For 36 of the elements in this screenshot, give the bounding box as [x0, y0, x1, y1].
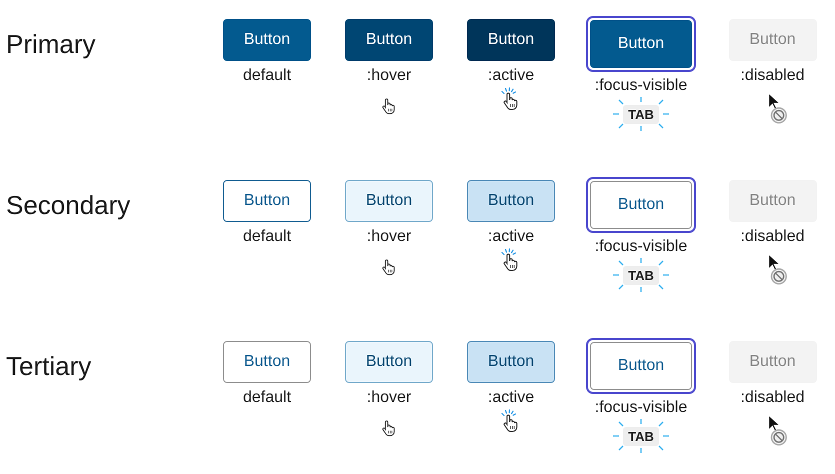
state-label: :disabled	[740, 389, 805, 407]
highlight-rays-icon	[613, 97, 669, 131]
sample-button[interactable]: Button	[467, 19, 555, 61]
highlight-rays-icon	[613, 419, 669, 453]
variant-title: Primary	[6, 29, 96, 59]
state-label: :active	[488, 228, 534, 246]
state-label: :focus-visible	[594, 399, 688, 417]
state-label: :disabled	[740, 228, 805, 246]
sample-button[interactable]: Button	[223, 180, 311, 222]
highlight-rays-icon	[613, 258, 669, 292]
sample-button[interactable]: Button	[345, 180, 433, 222]
sample-button[interactable]: Button	[345, 19, 433, 61]
tab-key: TAB	[623, 266, 659, 284]
variant-title: Tertiary	[6, 351, 92, 381]
variant-title: Secondary	[6, 190, 130, 220]
state-label: :focus-visible	[594, 238, 688, 256]
sample-button[interactable]: Button	[590, 181, 692, 229]
state-label: default	[242, 228, 292, 246]
tab-key: TAB	[623, 426, 659, 446]
sample-button[interactable]: Button	[345, 341, 433, 383]
state-label: :disabled	[740, 67, 805, 85]
state-label: :active	[488, 67, 534, 85]
state-label: :active	[488, 389, 534, 407]
state-label: :hover	[366, 389, 412, 407]
sample-button[interactable]: Button	[223, 341, 311, 383]
sample-button[interactable]: Button	[467, 341, 555, 383]
tab-key: TAB	[623, 104, 659, 124]
state-label: default	[242, 67, 292, 85]
sample-button[interactable]: Button	[590, 20, 692, 68]
sample-button[interactable]: Button	[467, 180, 555, 222]
state-label: :hover	[366, 67, 412, 85]
state-label: :focus-visible	[594, 77, 688, 95]
sample-button[interactable]: Button	[223, 19, 311, 61]
state-label: default	[242, 389, 292, 407]
sample-button[interactable]: Button	[590, 342, 692, 390]
state-label: :hover	[366, 228, 412, 246]
